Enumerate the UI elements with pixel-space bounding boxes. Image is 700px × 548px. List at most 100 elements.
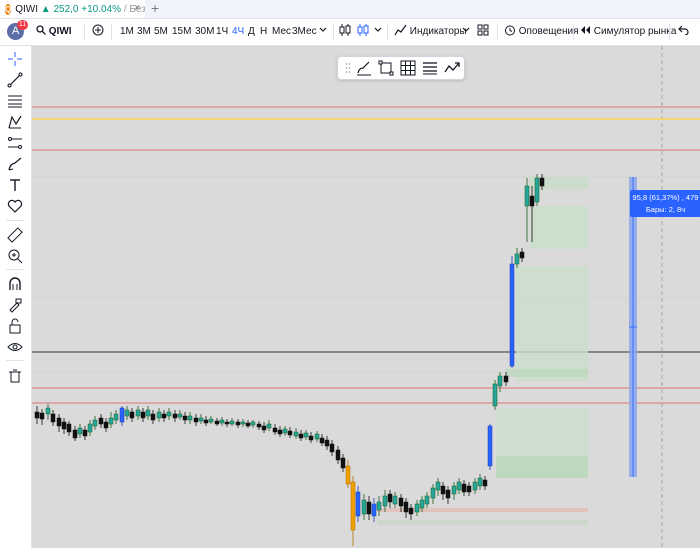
lock-all-tool[interactable] xyxy=(6,317,24,335)
tf-d[interactable]: Д xyxy=(248,19,255,45)
candle-body xyxy=(461,483,467,493)
lock-drawing-tool[interactable] xyxy=(6,296,24,314)
tab-price: ▲ 252,0 xyxy=(40,3,79,15)
undo-icon xyxy=(678,25,689,36)
candle-body xyxy=(497,375,503,387)
brush-color-icon[interactable] xyxy=(356,60,372,76)
volume-zone xyxy=(530,206,588,249)
candle-body xyxy=(82,429,88,437)
magnet-tool[interactable] xyxy=(6,275,24,293)
candle-body xyxy=(282,428,288,434)
toolbar-divider xyxy=(6,220,24,221)
candle-body xyxy=(140,411,146,419)
drag-handle-icon[interactable] xyxy=(340,60,356,76)
lines-list-icon[interactable] xyxy=(422,60,438,76)
tf-1m[interactable]: 1М xyxy=(120,19,134,45)
crosshair-tool[interactable] xyxy=(6,50,24,68)
chevron-down-icon xyxy=(462,27,470,32)
rectangle-icon[interactable] xyxy=(378,60,394,76)
top-toolbar: A 11 QIWI 1М 3М 5М 15М 30М 1Ч 4Ч Д Н Мес… xyxy=(0,19,700,46)
tf-3month[interactable]: 3Мес xyxy=(292,19,317,45)
candle-body xyxy=(298,433,304,439)
measure-tooltip: 95,8 (61,37%) , 479 Бары: 2, 8ч xyxy=(630,190,700,217)
text-tool[interactable] xyxy=(6,176,24,194)
candle-body xyxy=(39,412,45,420)
candle-body xyxy=(451,485,457,495)
price-chart[interactable] xyxy=(32,46,700,548)
candle-body xyxy=(182,415,188,421)
tf-4h[interactable]: 4Ч xyxy=(232,19,244,45)
trend-line-icon xyxy=(7,72,23,88)
volume-zone xyxy=(377,508,588,512)
candle-body xyxy=(272,427,278,433)
tf-w[interactable]: Н xyxy=(260,19,267,45)
candle-body xyxy=(203,419,209,424)
candle-body xyxy=(61,421,67,430)
candle-body xyxy=(98,417,104,425)
layouts-button[interactable] xyxy=(477,19,489,45)
replay-button[interactable]: Симулятор рынка xyxy=(580,19,676,45)
candle-body xyxy=(198,417,204,422)
indicators-icon xyxy=(394,24,407,36)
crosshair-icon xyxy=(8,52,22,66)
indicators-dropdown[interactable] xyxy=(462,19,470,45)
text-icon xyxy=(10,179,20,191)
candle-body xyxy=(361,499,367,515)
hide-drawings-tool[interactable] xyxy=(6,338,24,356)
tab-change: +10.04% xyxy=(81,3,122,15)
tf-5m[interactable]: 5М xyxy=(154,19,168,45)
chart-type-dropdown[interactable] xyxy=(374,19,382,45)
toolbar-divider xyxy=(387,24,388,40)
grid-icon[interactable] xyxy=(400,60,416,76)
icon-tool[interactable] xyxy=(6,197,24,215)
chart-tab[interactable]: Q QIWI ▲ 252,0 +10.04% / Без × xyxy=(0,0,145,18)
toolbar-divider xyxy=(6,360,24,361)
toolbar-divider xyxy=(84,24,85,40)
close-tab-icon[interactable]: × xyxy=(134,2,140,14)
tf-month[interactable]: Мес xyxy=(272,19,291,45)
tf-30m[interactable]: 30М xyxy=(195,19,214,45)
undo-button[interactable] xyxy=(678,19,689,45)
candle-body xyxy=(135,409,141,417)
candle-body xyxy=(293,431,299,437)
candlestick-series xyxy=(34,174,545,546)
alerts-button[interactable]: Оповещения xyxy=(504,19,579,45)
chart-pane[interactable]: 95,8 (61,37%) , 479 Бары: 2, 8ч xyxy=(32,46,700,548)
indicators-button[interactable]: Индикаторы xyxy=(394,19,467,45)
trend-chart-icon[interactable] xyxy=(444,60,460,76)
fib-tool[interactable] xyxy=(6,92,24,110)
new-tab-icon[interactable]: + xyxy=(151,0,159,17)
tab-symbol: QIWI xyxy=(15,3,39,15)
candle-body xyxy=(208,418,214,423)
candle-body xyxy=(419,499,425,509)
pattern-tool[interactable] xyxy=(6,113,24,131)
channel-tool[interactable] xyxy=(6,134,24,152)
heikin-ashi-button[interactable] xyxy=(357,19,369,45)
alerts-label: Оповещения xyxy=(518,26,579,37)
brush-tool[interactable] xyxy=(6,155,24,173)
volume-zone xyxy=(496,456,588,478)
tf-1h[interactable]: 1Ч xyxy=(216,19,228,45)
heikin-ashi-icon xyxy=(357,24,369,36)
candle-body xyxy=(382,495,388,507)
tf-3m[interactable]: 3М xyxy=(137,19,151,45)
toolbar-divider xyxy=(573,24,574,40)
candle-body xyxy=(145,409,151,417)
toolbar-divider xyxy=(6,269,24,270)
compare-button[interactable] xyxy=(92,19,104,45)
candle-body xyxy=(319,437,325,444)
symbol-search-button[interactable]: QIWI xyxy=(36,19,72,45)
zoom-tool[interactable] xyxy=(6,247,24,265)
candle-body xyxy=(403,501,409,513)
candles-style-button[interactable] xyxy=(339,19,351,45)
candle-body xyxy=(430,487,436,499)
timeframe-dropdown[interactable] xyxy=(319,19,327,45)
measure-tool[interactable] xyxy=(6,226,24,244)
remove-drawings-tool[interactable] xyxy=(6,367,24,385)
magnet-icon xyxy=(9,277,21,290)
trend-line-tool[interactable] xyxy=(6,71,24,89)
tf-15m[interactable]: 15М xyxy=(172,19,191,45)
candle-body xyxy=(250,421,256,426)
tab-title: QIWI ▲ 252,0 +10.04% / Без xyxy=(15,4,145,15)
candle-body xyxy=(240,421,246,425)
